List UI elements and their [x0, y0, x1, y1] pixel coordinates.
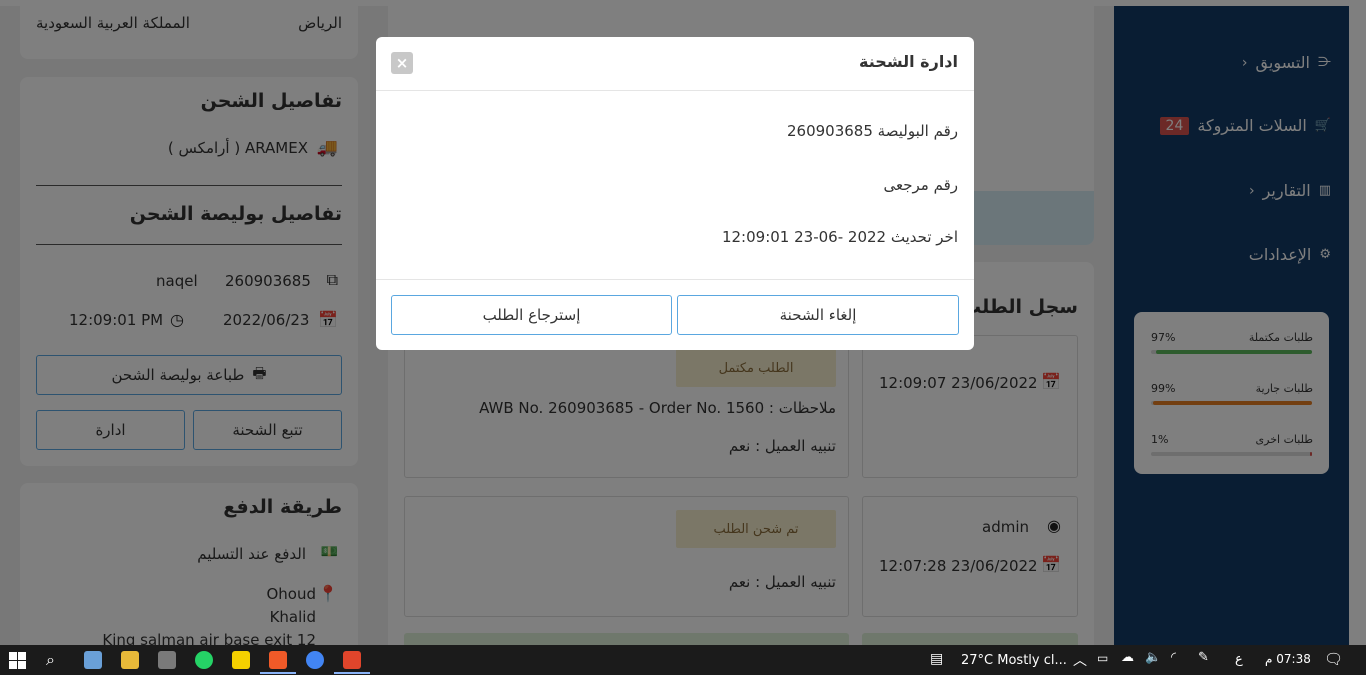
weather-icon[interactable]: ▤ — [930, 651, 943, 667]
wifi-icon[interactable]: ◜ — [1171, 650, 1176, 665]
close-button[interactable]: × — [391, 52, 413, 74]
brave-browser-icon[interactable] — [269, 651, 287, 669]
app-p-icon[interactable] — [343, 651, 361, 669]
language-indicator[interactable]: ع — [1235, 652, 1243, 667]
weather-text[interactable]: 27°C Mostly cl... — [961, 653, 1067, 668]
chevron-up-icon[interactable]: ︿ — [1073, 650, 1087, 670]
modal-ref-line: رقم مرجعى — [883, 176, 959, 194]
active-app-underline — [334, 672, 370, 674]
active-app-underline — [260, 672, 296, 674]
return-order-label: إسترجاع الطلب — [482, 306, 581, 324]
battery-icon[interactable]: ▭ — [1097, 651, 1108, 665]
volume-icon[interactable]: 🔈 — [1145, 650, 1161, 665]
chrome-icon[interactable] — [306, 651, 324, 669]
whatsapp-icon[interactable] — [195, 651, 213, 669]
cancel-shipment-button[interactable]: إلغاء الشحنة — [677, 295, 959, 335]
clock-time[interactable]: 07:38 م — [1265, 652, 1311, 666]
sticky-notes-icon[interactable] — [232, 651, 250, 669]
search-icon[interactable]: ⌕ — [46, 650, 55, 670]
file-explorer-icon[interactable] — [121, 651, 139, 669]
calculator-icon[interactable] — [158, 651, 176, 669]
taskbar: ⌕ ▤ 27°C Mostly cl... ︿ ▭ ☁ 🔈 ◜ ✎ ع 07:3… — [0, 645, 1366, 675]
manage-shipment-modal: ادارة الشحنة × رقم البوليصة 260903685 رق… — [376, 37, 974, 350]
modal-header-divider — [376, 90, 974, 91]
windows-start-icon[interactable] — [9, 652, 26, 669]
modal-title: ادارة الشحنة — [859, 52, 958, 71]
close-icon: × — [395, 54, 409, 72]
return-order-button[interactable]: إسترجاع الطلب — [391, 295, 672, 335]
modal-update-line: اخر تحديث 2022 -06-23 12:09:01 — [721, 228, 958, 246]
app-icon[interactable] — [84, 651, 102, 669]
modal-footer-divider — [376, 279, 974, 280]
notification-icon[interactable]: 🗨 — [1324, 650, 1343, 668]
cancel-shipment-label: إلغاء الشحنة — [779, 306, 857, 324]
modal-awb-line: رقم البوليصة 260903685 — [787, 122, 958, 140]
pen-icon[interactable]: ✎ — [1198, 650, 1209, 665]
onedrive-icon[interactable]: ☁ — [1121, 650, 1134, 665]
